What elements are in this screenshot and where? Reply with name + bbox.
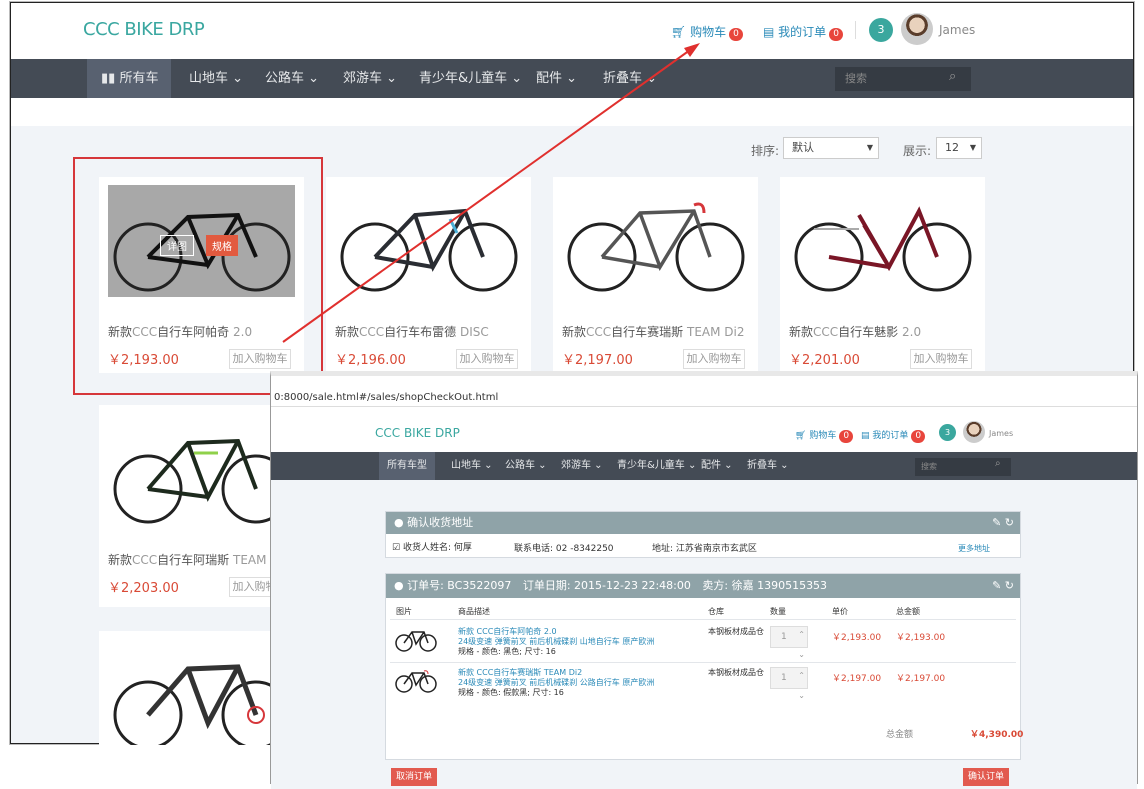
wrench-refresh-icon[interactable]: ✎ ↻ <box>992 512 1014 534</box>
item-total: ￥2,197.00 <box>896 674 946 684</box>
message-count-badge[interactable]: 3 <box>939 424 956 441</box>
nav-road[interactable]: 公路车 ⌄ <box>505 452 547 480</box>
orders-label: 我的订单 <box>872 431 909 441</box>
receiver-row[interactable]: ☑ 收货人姓名: 何厚 <box>392 540 472 553</box>
divider <box>390 619 1016 620</box>
grand-total-label: 总金额 <box>886 730 914 740</box>
item-spec: 规格 - 颜色: 黑色; 尺寸: 16 <box>458 647 556 656</box>
orders-count-badge: 0 <box>911 430 926 443</box>
quantity-value: 1 <box>781 673 787 683</box>
stepper-arrows-icon[interactable]: ⌃ ⌄ <box>798 666 805 706</box>
stepper-arrows-icon[interactable]: ⌃ ⌄ <box>798 625 805 665</box>
divider <box>390 662 1016 663</box>
col-unit-price: 单价 <box>832 607 848 616</box>
receiver-phone: 联系电话: 02 -8342250 <box>514 544 614 554</box>
cart-link[interactable]: 🛒︎ 购物车 0 <box>795 428 854 443</box>
col-total: 总金额 <box>896 607 920 616</box>
nav-kids[interactable]: 青少年&儿童车 ⌄ <box>617 452 696 480</box>
order-number: 订单号: BC3522097 <box>407 579 512 592</box>
order-date: 订单日期: 2015-12-23 22:48:00 <box>522 579 691 592</box>
order-panel: ● 订单号: BC3522097 订单日期: 2015-12-23 22:48:… <box>385 573 1024 760</box>
receiver-name: 收货人姓名: 何厚 <box>402 543 472 553</box>
item-thumbnail[interactable] <box>394 626 438 656</box>
item-spec: 规格 - 颜色: 假款黑; 尺寸: 16 <box>458 688 564 697</box>
col-description: 商品描述 <box>458 607 490 616</box>
address-panel-header: ● 确认收货地址 ✎ ↻ <box>386 512 1020 534</box>
wrench-refresh-icon[interactable]: ✎ ↻ <box>992 574 1014 598</box>
item-unit-price: ￥2,193.00 <box>832 633 882 643</box>
col-warehouse: 仓库 <box>708 607 724 616</box>
site-logo[interactable]: CCC BIKE DRP <box>375 426 460 440</box>
bike-thumbnail <box>395 631 437 652</box>
seller-info: 卖方: 徐嘉 1390515353 <box>702 579 828 592</box>
cart-icon: 🛒︎ <box>795 431 807 441</box>
user-name[interactable]: James <box>989 429 1013 438</box>
cart-label: 购物车 <box>809 431 837 441</box>
checkout-window: 0:8000/sale.html#/sales/shopCheckOut.htm… <box>270 371 1138 789</box>
nav-touring[interactable]: 郊游车 ⌄ <box>561 452 603 480</box>
orders-icon: ▤ <box>861 431 870 441</box>
quantity-stepper[interactable]: 1 ⌃ ⌄ <box>770 626 808 659</box>
cancel-order-button[interactable]: 取消订单 <box>391 768 437 786</box>
user-avatar[interactable] <box>963 421 985 443</box>
item-unit-price: ￥2,197.00 <box>832 674 882 684</box>
address-panel: ● 确认收货地址 ✎ ↻ ☑ 收货人姓名: 何厚 联系电话: 02 -834225… <box>385 511 1021 558</box>
nav-all-models[interactable]: 所有车型 <box>379 452 435 480</box>
col-image: 图片 <box>396 607 412 616</box>
quantity-stepper[interactable]: 1 ⌃ ⌄ <box>770 667 808 700</box>
receiver-address: 地址: 江苏省南京市玄武区 <box>652 544 757 554</box>
nav-folding[interactable]: 折叠车 ⌄ <box>747 452 789 480</box>
address-title: 确认收货地址 <box>407 516 474 529</box>
info-icon: ● <box>394 579 404 592</box>
order-panel-header: ● 订单号: BC3522097 订单日期: 2015-12-23 22:48:… <box>386 574 1020 598</box>
cart-count-badge: 0 <box>839 430 854 443</box>
col-quantity: 数量 <box>770 607 786 616</box>
nav-mountain[interactable]: 山地车 ⌄ <box>451 452 493 480</box>
more-address-link[interactable]: 更多地址 <box>958 543 990 554</box>
item-total: ￥2,193.00 <box>896 633 946 643</box>
item-warehouse: 本钢板材成品仓 <box>708 668 764 677</box>
address-bar[interactable]: 0:8000/sale.html#/sales/shopCheckOut.htm… <box>271 390 1137 407</box>
item-thumbnail[interactable] <box>394 667 438 697</box>
grand-total-value: ￥4,390.00 <box>970 730 1024 740</box>
checkbox-icon[interactable]: ☑ <box>392 543 400 553</box>
confirm-order-button[interactable]: 确认订单 <box>963 768 1009 786</box>
info-icon: ● <box>394 516 404 529</box>
quantity-value: 1 <box>781 632 787 642</box>
search-icon[interactable]: ⌕ <box>995 458 1001 469</box>
item-warehouse: 本钢板材成品仓 <box>708 627 764 636</box>
bike-thumbnail <box>395 670 437 693</box>
nav-accessories[interactable]: 配件 ⌄ <box>701 452 733 480</box>
orders-link[interactable]: ▤ 我的订单 0 <box>861 428 926 443</box>
